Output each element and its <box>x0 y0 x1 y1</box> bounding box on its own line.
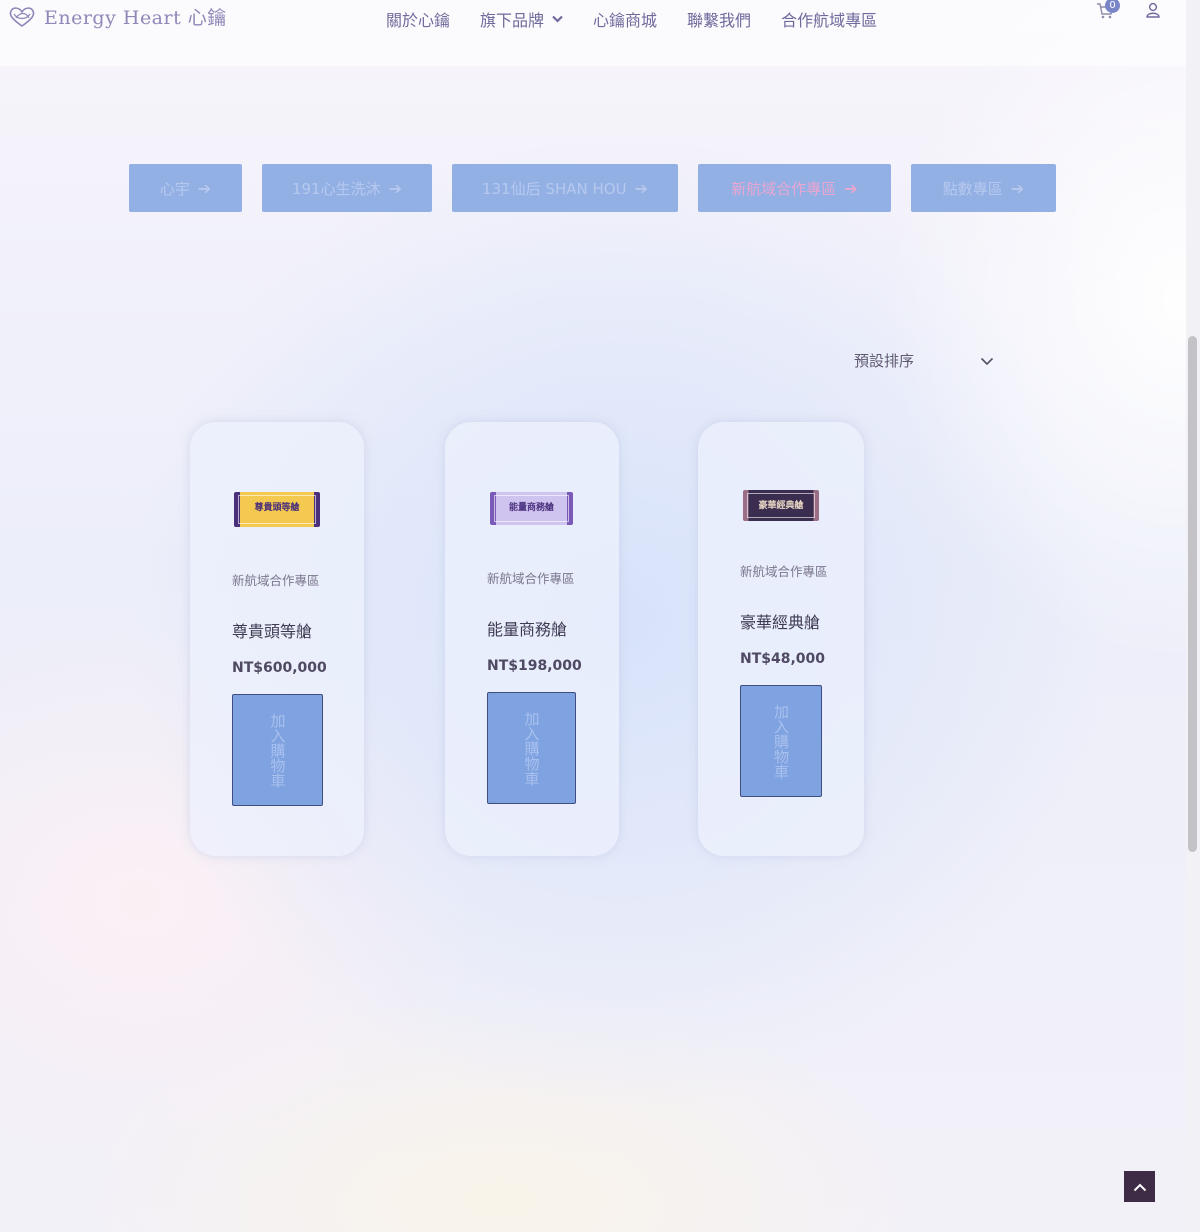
nav-label: 關於心鑰 <box>386 11 451 30</box>
product-card: 能量商務艙 新航域合作專區 能量商務艙 NT$198,000 加入購物車 <box>445 422 619 856</box>
category-button-points[interactable]: 點數專區 ➔ <box>911 164 1056 212</box>
product-category: 新航域合作專區 <box>487 571 575 586</box>
product-name[interactable]: 尊貴頭等艙 <box>232 618 312 642</box>
nav-label: 旗下品牌 <box>480 11 545 30</box>
user-icon <box>1146 2 1160 22</box>
sort-select[interactable]: 預設排序 <box>854 350 994 371</box>
brand-logo[interactable]: Energy Heart 心鑰 <box>8 3 227 30</box>
product-category: 新航域合作專區 <box>740 564 828 579</box>
nav-label: 心鑰商城 <box>593 11 658 30</box>
back-to-top-button[interactable] <box>1124 1171 1155 1202</box>
scrollbar-thumb[interactable] <box>1188 336 1197 852</box>
arrow-right-icon: ➔ <box>388 178 403 198</box>
heart-logo-icon <box>8 6 36 28</box>
product-price: NT$600,000 <box>232 660 327 676</box>
product-name[interactable]: 能量商務艙 <box>487 616 567 640</box>
ticket-title: 能量商務艙 <box>508 503 554 513</box>
product-card: 尊貴頭等艙 新航域合作專區 尊貴頭等艙 NT$600,000 加入購物車 <box>190 422 364 856</box>
add-to-cart-label: 加入購物車 <box>268 712 287 788</box>
chevron-up-icon <box>1133 1177 1147 1196</box>
add-to-cart-button[interactable]: 加入購物車 <box>487 692 576 804</box>
cart-count-badge: 0 <box>1105 0 1120 13</box>
site-header: Energy Heart 心鑰 關於心鑰 旗下品牌 心鑰商城 聯繫我們 合作航域… <box>0 0 1186 66</box>
product-price: NT$48,000 <box>740 651 826 667</box>
chevron-down-icon <box>552 13 563 26</box>
arrow-right-icon: ➔ <box>197 178 212 198</box>
category-label: 新航域合作專區 <box>731 179 837 198</box>
add-to-cart-button[interactable]: 加入購物車 <box>740 685 822 797</box>
nav-item-shop[interactable]: 心鑰商城 <box>593 7 657 31</box>
add-to-cart-label: 加入購物車 <box>522 710 541 786</box>
nav-label: 聯繫我們 <box>687 11 752 30</box>
cart-button[interactable]: 0 <box>1096 0 1120 24</box>
category-button-191[interactable]: 191心生洗沐 ➔ <box>262 164 432 212</box>
sort-selected-value: 預設排序 <box>854 352 915 370</box>
nav-item-brands[interactable]: 旗下品牌 <box>480 7 563 31</box>
add-to-cart-button[interactable]: 加入購物車 <box>232 694 323 806</box>
product-price: NT$198,000 <box>487 658 582 674</box>
brand-name: Energy Heart 心鑰 <box>44 7 227 29</box>
product-category: 新航域合作專區 <box>232 573 320 588</box>
nav-item-about[interactable]: 關於心鑰 <box>386 7 450 31</box>
product-image[interactable]: 豪華經典艙 <box>743 490 819 521</box>
ticket-title: 豪華經典艙 <box>758 501 804 511</box>
category-buttons: 心宇 ➔ 191心生洗沐 ➔ 131仙后 SHAN HOU ➔ 新航域合作專區 ➔ 點數… <box>0 164 1200 212</box>
product-image[interactable]: 尊貴頭等艙 <box>234 492 320 527</box>
category-label: 191心生洗沐 <box>291 179 381 198</box>
chevron-down-icon <box>980 351 994 370</box>
ticket-title: 尊貴頭等艙 <box>254 503 300 513</box>
arrow-right-icon: ➔ <box>844 178 858 198</box>
main-nav: 關於心鑰 旗下品牌 心鑰商城 聯繫我們 合作航域專區 <box>386 7 877 31</box>
nav-item-partner-zone[interactable]: 合作航域專區 <box>781 7 877 31</box>
category-button-xinyu[interactable]: 心宇 ➔ <box>129 164 242 212</box>
category-label: 心宇 <box>159 179 190 198</box>
category-label: 點數專區 <box>942 179 1003 198</box>
arrow-right-icon: ➔ <box>634 178 648 198</box>
nav-label: 合作航域專區 <box>781 11 878 30</box>
product-name[interactable]: 豪華經典艙 <box>740 609 820 633</box>
product-card: 豪華經典艙 新航域合作專區 豪華經典艙 NT$48,000 加入購物車 <box>698 422 864 856</box>
product-image[interactable]: 能量商務艙 <box>490 492 573 525</box>
category-button-partner[interactable]: 新航域合作專區 ➔ <box>698 164 891 212</box>
category-button-131[interactable]: 131仙后 SHAN HOU ➔ <box>452 164 678 212</box>
account-button[interactable] <box>1146 2 1160 22</box>
nav-item-contact[interactable]: 聯繫我們 <box>687 7 751 31</box>
category-label: 131仙后 SHAN HOU <box>482 179 627 198</box>
add-to-cart-label: 加入購物車 <box>772 703 790 779</box>
arrow-right-icon: ➔ <box>1010 178 1025 198</box>
